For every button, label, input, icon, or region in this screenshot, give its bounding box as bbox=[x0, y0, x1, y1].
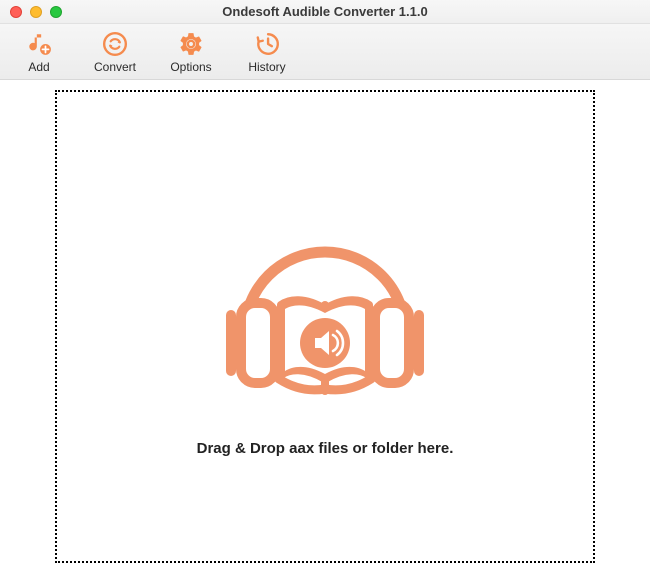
gear-icon bbox=[177, 30, 205, 58]
toolbar: Add Convert Options bbox=[0, 24, 650, 80]
minimize-window-button[interactable] bbox=[30, 6, 42, 18]
refresh-circle-icon bbox=[101, 30, 129, 58]
history-button[interactable]: History bbox=[240, 30, 294, 74]
options-button[interactable]: Options bbox=[164, 30, 218, 74]
history-label: History bbox=[248, 60, 285, 74]
titlebar: Ondesoft Audible Converter 1.1.0 bbox=[0, 0, 650, 24]
file-dropzone[interactable]: Drag & Drop aax files or folder here. bbox=[55, 90, 595, 563]
add-button[interactable]: Add bbox=[12, 30, 66, 74]
music-note-plus-icon bbox=[25, 30, 53, 58]
audiobook-headphones-icon bbox=[205, 207, 445, 412]
close-window-button[interactable] bbox=[10, 6, 22, 18]
options-label: Options bbox=[170, 60, 211, 74]
window-controls bbox=[0, 6, 62, 18]
convert-button[interactable]: Convert bbox=[88, 30, 142, 74]
main-content: Drag & Drop aax files or folder here. bbox=[0, 80, 650, 581]
window-title: Ondesoft Audible Converter 1.1.0 bbox=[0, 4, 650, 19]
dropzone-instruction: Drag & Drop aax files or folder here. bbox=[197, 440, 454, 457]
add-label: Add bbox=[28, 60, 49, 74]
zoom-window-button[interactable] bbox=[50, 6, 62, 18]
clock-back-icon bbox=[253, 30, 281, 58]
convert-label: Convert bbox=[94, 60, 136, 74]
